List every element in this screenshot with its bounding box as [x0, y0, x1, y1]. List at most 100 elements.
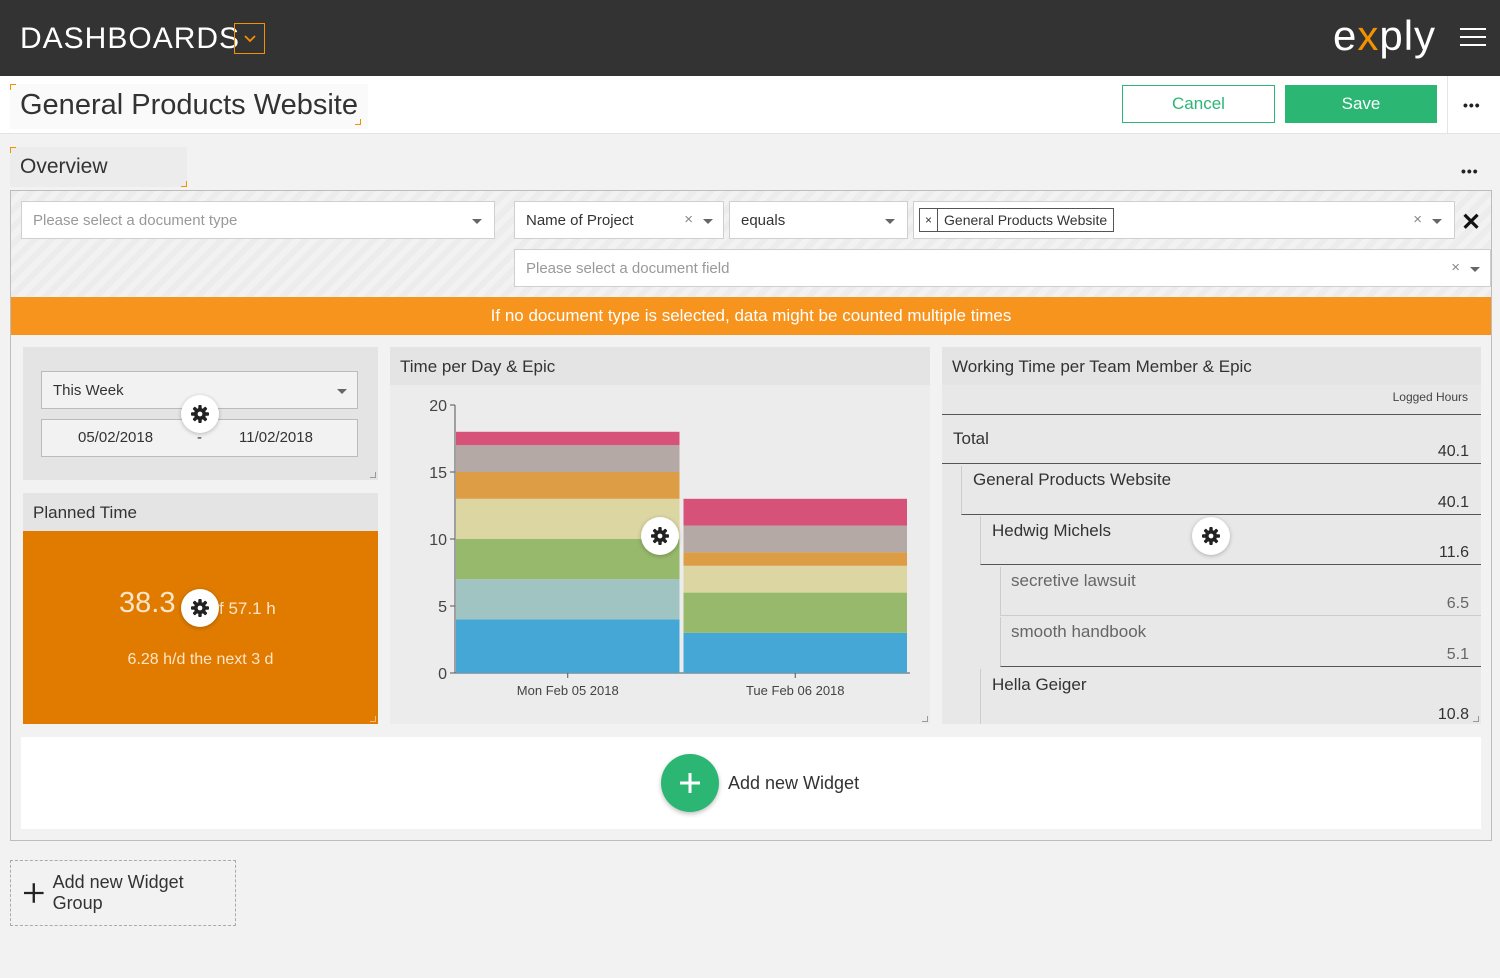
dashboards-dropdown-button[interactable]	[234, 23, 265, 54]
row-label: secretive lawsuit	[1011, 571, 1136, 590]
more-options-icon[interactable]: •••	[1463, 98, 1481, 112]
row-value: 40.1	[1437, 494, 1469, 511]
bar-segment	[456, 445, 680, 472]
table-row[interactable]: Hella Geiger 10.8	[980, 669, 1481, 724]
bar-segment	[456, 472, 680, 499]
planned-time-subtitle: 6.28 h/d the next 3 d	[127, 651, 274, 668]
table-row[interactable]: secretive lawsuit 6.5	[1000, 567, 1481, 616]
top-bar: DASHBOARDS exply	[0, 0, 1500, 76]
row-value: 10.8	[1437, 706, 1469, 723]
y-tick-label: 5	[438, 599, 447, 616]
resize-handle[interactable]	[922, 716, 928, 722]
resize-handle[interactable]	[370, 716, 376, 722]
bar-segment	[683, 552, 907, 566]
bar-segment	[683, 565, 907, 593]
row-label: Total	[953, 429, 989, 448]
remove-filter-icon[interactable]: ✕	[1461, 208, 1481, 237]
planned-time-widget: Planned Time 38.3 f 57.1 h 6.28 h/d the …	[23, 493, 378, 724]
widget-settings-gear-icon[interactable]	[181, 395, 219, 433]
dashboards-title: DASHBOARDS	[20, 22, 241, 55]
widget-settings-gear-icon[interactable]	[181, 589, 219, 627]
widget-title: Working Time per Team Member & Epic	[952, 357, 1252, 376]
operator-select-value: equals	[741, 211, 786, 229]
working-time-table-widget: Working Time per Team Member & Epic Logg…	[942, 347, 1481, 724]
document-type-placeholder: Please select a document type	[33, 211, 238, 229]
logo-part: ply	[1379, 12, 1437, 59]
row-value: 5.1	[1446, 646, 1469, 663]
widget-settings-gear-icon[interactable]	[641, 517, 679, 555]
table-row[interactable]: Total 40.1	[942, 415, 1481, 464]
y-tick-label: 15	[429, 465, 447, 482]
cancel-button[interactable]: Cancel	[1122, 85, 1275, 123]
plus-icon	[23, 883, 44, 903]
plus-icon	[680, 773, 700, 793]
clear-icon[interactable]: ×	[1413, 211, 1422, 228]
value-tag[interactable]: × General Products Website	[919, 208, 1115, 232]
value-multiselect[interactable]: × General Products Website ×	[913, 201, 1455, 239]
document-field-select[interactable]: Please select a document field ×	[514, 249, 1491, 287]
operator-select[interactable]: equals	[729, 201, 908, 239]
bar-segment	[683, 632, 907, 673]
widget-group-title[interactable]: Overview	[10, 147, 187, 187]
y-tick-label: 10	[429, 532, 447, 549]
clear-icon[interactable]: ×	[1451, 259, 1460, 276]
filter-area: Please select a document type Name of Pr…	[11, 191, 1491, 297]
bar-segment	[683, 525, 907, 553]
add-widget-button[interactable]	[661, 754, 719, 812]
clear-icon[interactable]: ×	[684, 211, 693, 228]
logo-x: x	[1357, 12, 1380, 59]
caret-down-icon	[1470, 267, 1480, 272]
bar-segment	[683, 592, 907, 633]
caret-down-icon	[472, 219, 482, 224]
planned-time-kpi: 38.3 f 57.1 h 6.28 h/d the next 3 d	[23, 531, 378, 724]
date-to[interactable]: 11/02/2018	[239, 429, 313, 446]
resize-handle[interactable]	[370, 472, 376, 478]
bar-segment	[683, 498, 907, 526]
page-title[interactable]: General Products Website	[10, 84, 368, 129]
planned-time-value: 38.3	[119, 587, 176, 619]
widget-title: Planned Time	[33, 503, 137, 522]
divider	[1447, 76, 1448, 134]
document-type-select[interactable]: Please select a document type	[21, 201, 495, 239]
table-row[interactable]: Hedwig Michels 11.6	[980, 516, 1481, 565]
widget-title: Time per Day & Epic	[400, 357, 556, 376]
document-field-placeholder: Please select a document field	[526, 259, 730, 277]
chevron-down-icon	[243, 34, 256, 42]
resize-handle[interactable]	[1473, 716, 1479, 722]
group-title-corner-marker	[10, 147, 16, 153]
date-range-widget: This Week 05/02/2018 - 11/02/2018	[23, 347, 378, 480]
widget-group-overview: Please select a document type Name of Pr…	[10, 190, 1492, 841]
caret-down-icon	[885, 219, 895, 224]
row-value: 11.6	[1439, 544, 1469, 561]
logo-part: e	[1333, 12, 1358, 59]
bar-segment	[456, 619, 680, 673]
page-header: General Products Website Cancel Save •••	[0, 76, 1500, 134]
add-widget-area: Add new Widget	[21, 737, 1481, 829]
group-more-options-icon[interactable]: •••	[1461, 164, 1479, 178]
row-label: Hedwig Michels	[992, 521, 1112, 540]
add-widget-group-label: Add new Widget Group	[52, 872, 184, 913]
y-tick-label: 0	[438, 666, 447, 683]
time-per-day-chart-widget: Time per Day & Epic 0 5 10 15 20 Mon Feb 05 2…	[390, 347, 930, 724]
remove-tag-icon[interactable]: ×	[920, 209, 939, 231]
save-button[interactable]: Save	[1285, 85, 1437, 123]
field-select[interactable]: Name of Project ×	[514, 201, 724, 239]
group-title-corner-marker	[181, 181, 187, 187]
row-label: smooth handbook	[1011, 622, 1147, 641]
add-widget-group-button[interactable]: Add new Widget Group	[10, 860, 236, 926]
table-row[interactable]: smooth handbook 5.1	[1000, 617, 1481, 667]
column-header: Logged Hours	[1392, 390, 1468, 404]
caret-down-icon	[1432, 219, 1442, 224]
x-tick-label: Tue Feb 06 2018	[746, 683, 845, 698]
caret-down-icon	[703, 219, 713, 224]
hamburger-menu-icon[interactable]	[1460, 28, 1486, 48]
add-widget-label[interactable]: Add new Widget	[728, 773, 859, 794]
date-from[interactable]: 05/02/2018	[78, 429, 153, 446]
title-corner-marker	[355, 119, 361, 125]
row-label: Hella Geiger	[992, 675, 1087, 694]
planned-time-total: f 57.1 h	[219, 599, 276, 618]
value-tag-label: General Products Website	[944, 212, 1108, 228]
y-tick-label: 20	[429, 398, 447, 415]
table-row[interactable]: General Products Website 40.1	[961, 466, 1481, 515]
widget-settings-gear-icon[interactable]	[1192, 517, 1230, 555]
